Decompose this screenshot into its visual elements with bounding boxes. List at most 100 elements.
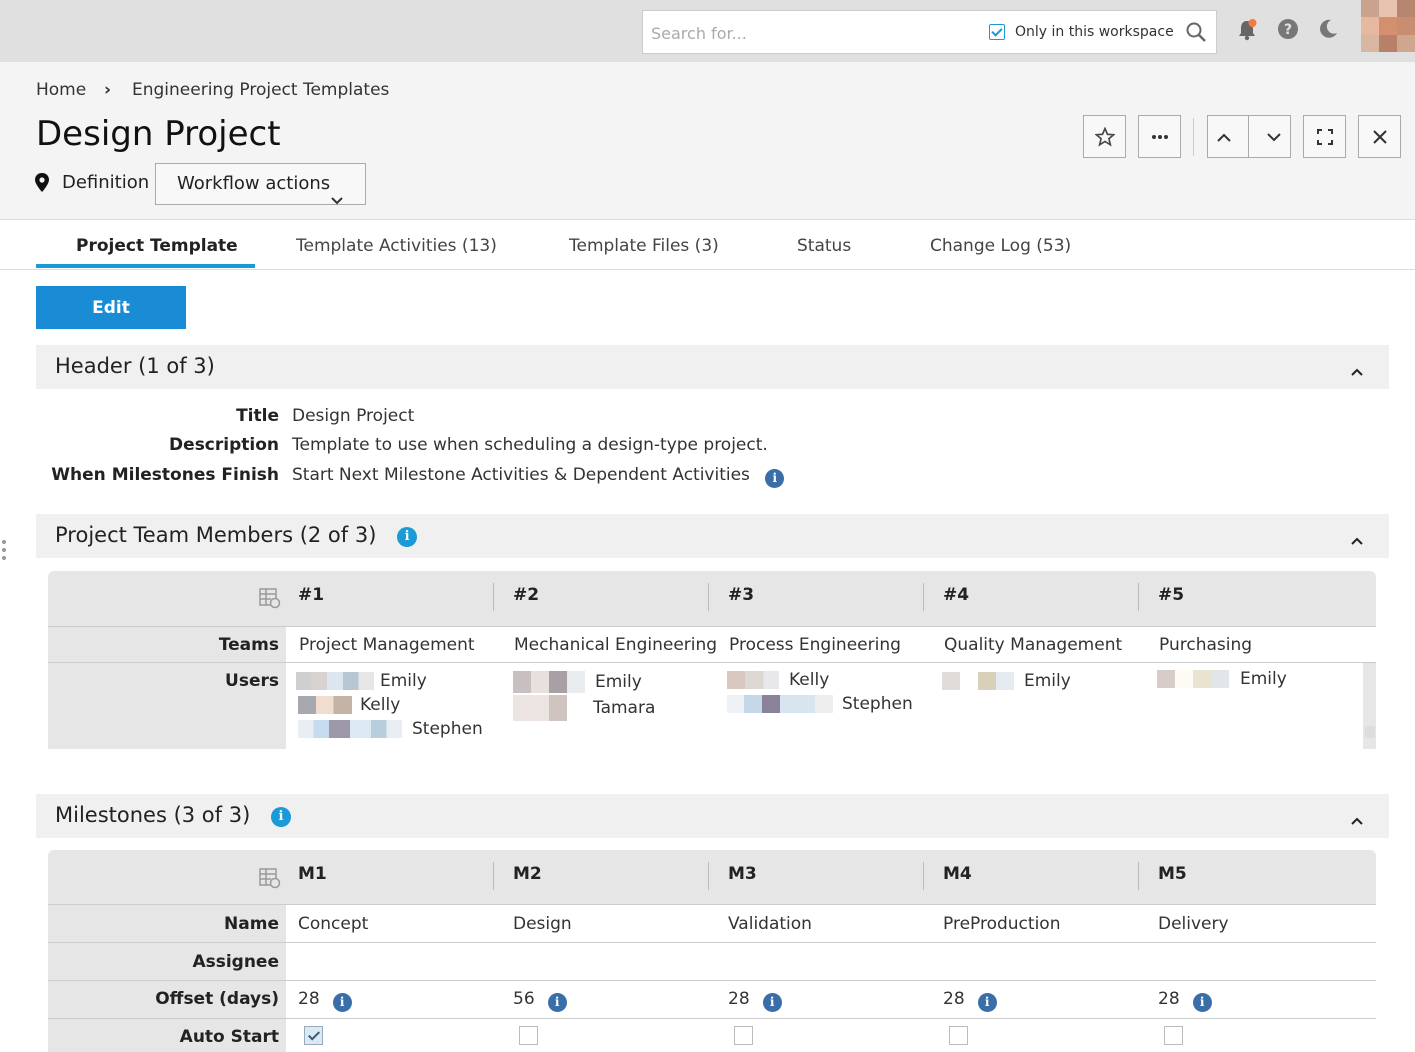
column-header: #3 (728, 585, 755, 605)
user-entry[interactable]: Kelly (298, 695, 400, 715)
tab-change-log[interactable]: Change Log (53) (930, 236, 1071, 256)
tab-project-template[interactable]: Project Template (76, 236, 238, 256)
grid-settings-icon[interactable] (259, 867, 281, 893)
location-pin-icon (34, 173, 50, 197)
column-header: #2 (513, 585, 540, 605)
row-label-auto-start: Auto Start (179, 1027, 279, 1047)
collapse-chevron-up-icon[interactable] (1351, 530, 1363, 549)
field-label-title: Title (236, 406, 279, 426)
offset-cell: 56 i (513, 989, 567, 1012)
user-name: Kelly (789, 670, 830, 690)
milestone-name-cell: PreProduction (943, 914, 1061, 934)
toolbar-divider (1193, 118, 1194, 156)
team-grid: #1 #2 #3 #4 #5 Teams Project Management … (48, 571, 1376, 749)
scrollbar-thumb[interactable] (1365, 726, 1375, 738)
user-entry[interactable]: Emily (296, 671, 427, 691)
collapse-chevron-up-icon[interactable] (1351, 361, 1363, 380)
auto-start-checkbox[interactable] (949, 1026, 968, 1045)
avatar (298, 696, 352, 714)
tab-template-files[interactable]: Template Files (3) (569, 236, 719, 256)
user-entry[interactable]: Emily (1157, 669, 1287, 689)
row-divider (48, 904, 1376, 905)
column-header: #4 (943, 585, 970, 605)
edit-button[interactable]: Edit (36, 286, 186, 329)
info-icon[interactable]: i (270, 806, 291, 827)
search-box: Only in this workspace (642, 10, 1217, 54)
row-label-users: Users (225, 671, 279, 691)
info-icon[interactable]: i (762, 992, 782, 1012)
close-icon (1372, 129, 1387, 144)
workflow-actions-button[interactable]: Workflow actions (155, 163, 366, 205)
expand-icon (1316, 128, 1333, 145)
info-icon[interactable]: i (977, 992, 997, 1012)
info-icon[interactable]: i (547, 992, 567, 1012)
dark-mode-moon-icon[interactable] (1317, 18, 1339, 44)
row-label-teams: Teams (218, 635, 279, 655)
user-name: Stephen (412, 719, 483, 739)
user-name: Emily (1024, 671, 1071, 691)
user-entry[interactable]: Emily (513, 671, 642, 693)
user-name: Emily (595, 672, 642, 692)
row-divider (48, 942, 1376, 943)
next-item-chevron-down-icon[interactable] (1267, 127, 1281, 146)
section-title-text: Project Team Members (2 of 3) (55, 523, 377, 547)
breadcrumb-current[interactable]: Engineering Project Templates (132, 80, 389, 100)
offset-value: 28 (1158, 989, 1180, 1009)
auto-start-checkbox[interactable] (734, 1026, 753, 1045)
section-header-team[interactable]: Project Team Members (2 of 3) i (36, 514, 1389, 558)
column-header: M3 (728, 864, 757, 884)
grid-settings-icon[interactable] (259, 587, 281, 613)
favorite-star-button[interactable] (1083, 115, 1126, 158)
milestones-finish-text: Start Next Milestone Activities & Depend… (292, 465, 750, 485)
field-value-milestones-finish: Start Next Milestone Activities & Depend… (292, 465, 785, 488)
search-icon[interactable] (1185, 21, 1207, 47)
chevron-down-icon (331, 180, 343, 220)
avatar (513, 671, 585, 693)
info-icon[interactable]: i (765, 468, 785, 488)
breadcrumb-home[interactable]: Home (36, 80, 86, 100)
tab-status[interactable]: Status (797, 236, 851, 256)
avatar (296, 672, 374, 690)
section-header-header[interactable]: Header (1 of 3) (36, 345, 1389, 389)
help-icon[interactable]: ? (1277, 18, 1299, 44)
info-icon[interactable]: i (1192, 992, 1212, 1012)
drag-handle-icon[interactable] (2, 540, 6, 564)
collapse-chevron-up-icon[interactable] (1351, 810, 1363, 829)
team-cell: Quality Management (944, 635, 1123, 655)
only-workspace-checkbox[interactable] (989, 24, 1005, 40)
offset-value: 28 (943, 989, 965, 1009)
user-entry[interactable]: Kelly (727, 670, 829, 690)
user-entry[interactable]: Stephen (727, 694, 913, 714)
avatar (727, 695, 833, 713)
user-entry[interactable]: Stephen (298, 719, 483, 739)
fullscreen-button[interactable] (1303, 115, 1346, 158)
avatar (513, 695, 585, 721)
close-button[interactable] (1358, 115, 1401, 158)
user-entry[interactable]: Tamara (513, 695, 655, 721)
section-title: Milestones (3 of 3) i (55, 803, 291, 827)
info-icon[interactable]: i (397, 526, 418, 547)
tab-template-activities[interactable]: Template Activities (13) (296, 236, 497, 256)
team-cell: Project Management (299, 635, 475, 655)
notification-bell-icon[interactable] (1236, 18, 1258, 46)
section-title-text: Milestones (3 of 3) (55, 803, 251, 827)
column-divider (923, 583, 924, 611)
workflow-actions-label: Workflow actions (177, 173, 331, 194)
info-icon[interactable]: i (332, 992, 352, 1012)
workflow-state-label: Definition (62, 172, 150, 193)
more-options-button[interactable] (1138, 115, 1181, 158)
offset-value: 28 (728, 989, 750, 1009)
column-divider (493, 583, 494, 611)
item-header: Home › Engineering Project Templates Des… (0, 62, 1415, 220)
previous-item-chevron-up-icon[interactable] (1217, 127, 1231, 146)
column-header: M2 (513, 864, 542, 884)
user-name: Kelly (360, 695, 401, 715)
search-input[interactable] (651, 19, 971, 47)
user-entry[interactable]: Emily (942, 671, 1071, 691)
user-avatar[interactable] (1361, 0, 1415, 52)
section-header-milestones[interactable]: Milestones (3 of 3) i (36, 794, 1389, 838)
auto-start-checkbox[interactable] (304, 1026, 323, 1045)
auto-start-checkbox[interactable] (1164, 1026, 1183, 1045)
auto-start-checkbox[interactable] (519, 1026, 538, 1045)
offset-value: 56 (513, 989, 535, 1009)
